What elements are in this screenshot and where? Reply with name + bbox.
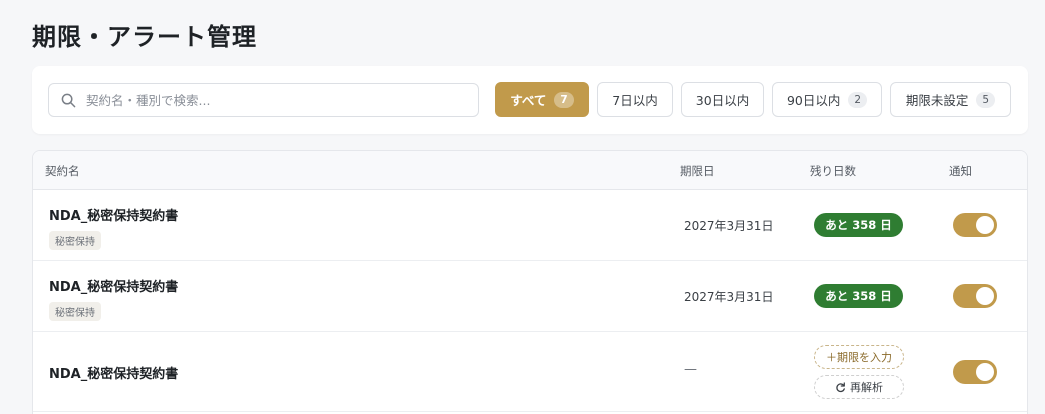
filter-30days[interactable]: 30日以内 [681,82,764,117]
due-date: 2027年3月31日 [684,219,774,233]
contract-type-tag: 秘密保持 [49,231,101,250]
filter-label: 期限未設定 [905,93,969,108]
filter-no-due[interactable]: 期限未設定 5 [890,82,1011,117]
toggle-knob [976,216,994,234]
table-row[interactable]: NDA_秘密保持契約書 秘密保持 2027年3月31日 あと 358 日 [33,261,1027,332]
filter-count: 7 [554,91,574,108]
filter-count: 5 [976,91,996,108]
contract-name[interactable]: NDA_秘密保持契約書 [49,276,178,295]
filter-label: 90日以内 [786,93,841,108]
toggle-knob [976,287,994,305]
reanalyze-button[interactable]: 再解析 [814,375,904,399]
filter-label: 30日以内 [695,93,750,108]
due-date-empty: — [684,362,697,377]
column-header-remaining[interactable]: 残り日数 [810,163,856,179]
filter-all[interactable]: すべて 7 [495,82,589,117]
contract-type-tag: 秘密保持 [49,302,101,321]
filter-7days[interactable]: 7日以内 [597,82,673,117]
notify-toggle[interactable] [953,284,997,308]
contract-name[interactable]: NDA_秘密保持契約書 [49,363,178,382]
notify-toggle[interactable] [953,360,997,384]
remaining-days-badge: あと 358 日 [814,284,903,308]
due-date: 2027年3月31日 [684,290,774,304]
column-header-due[interactable]: 期限日 [680,163,715,179]
contracts-table: 契約名 期限日 残り日数 通知 NDA_秘密保持契約書 秘密保持 2027年3月… [32,150,1028,414]
refresh-icon [836,381,845,392]
filter-count: 2 [848,91,868,108]
table-row[interactable]: NDA_秘密保持契約書 秘密保持 2027年3月31日 あと 358 日 [33,190,1027,261]
filter-label: すべて [510,93,547,108]
search-icon [61,93,76,107]
page-title: 期限・アラート管理 [32,23,257,51]
toggle-knob [976,363,994,381]
filter-90days[interactable]: 90日以内 2 [772,82,882,117]
filter-bar: すべて 7 7日以内 30日以内 90日以内 2 期限未設定 5 [32,66,1028,134]
filter-label: 7日以内 [612,93,658,108]
column-header-notify[interactable]: 通知 [949,163,972,179]
reanalyze-label: 再解析 [850,381,883,394]
remaining-days-badge: あと 358 日 [814,213,903,237]
table-row[interactable]: NDA_秘密保持契約書 — ＋期限を入力 再解析 [33,332,1027,412]
notify-toggle[interactable] [953,213,997,237]
set-due-date-button[interactable]: ＋期限を入力 [814,345,904,369]
search-box[interactable] [48,83,479,117]
column-header-name[interactable]: 契約名 [45,163,80,179]
contract-name[interactable]: NDA_秘密保持契約書 [49,205,178,224]
set-due-date-label: ＋期限を入力 [826,351,892,364]
search-input[interactable] [86,92,466,108]
table-header: 契約名 期限日 残り日数 通知 [33,151,1027,190]
